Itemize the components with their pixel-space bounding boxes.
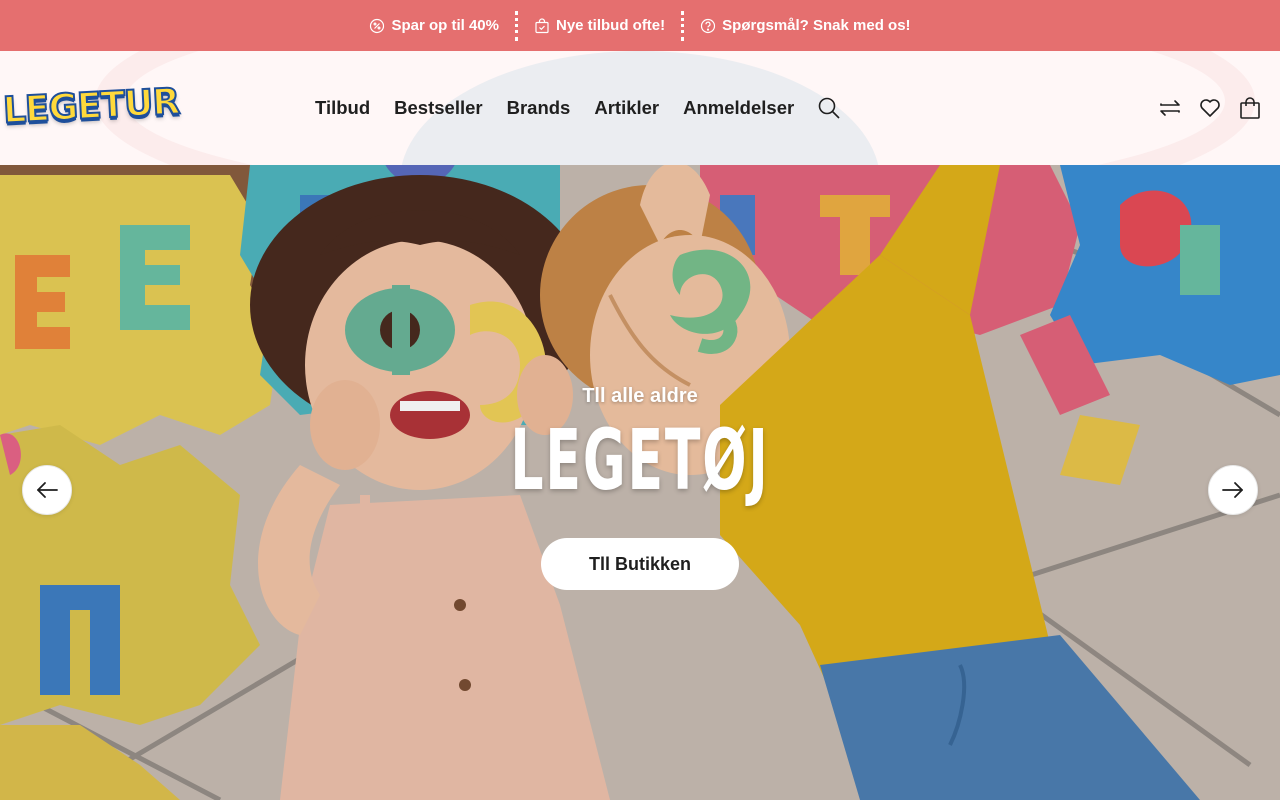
hero-title: LEGETØJ	[510, 411, 770, 509]
announcement-text: Nye tilbud ofte!	[555, 17, 666, 34]
announcement-item-discount: Spar op til 40%	[353, 17, 515, 34]
compare-icon[interactable]	[1158, 96, 1182, 120]
logo-text: LEGETUR	[1, 80, 181, 132]
nav-item-anmeldelser[interactable]: Anmeldelser	[683, 97, 794, 119]
hero-content: Tll alle aldre LEGETØJ	[0, 385, 1280, 508]
slider-prev-button[interactable]	[22, 465, 72, 515]
arrow-right-icon	[1222, 482, 1243, 498]
percent-badge-icon	[370, 18, 385, 33]
announcement-bar: Spar op til 40% Nye tilbud ofte! Spørgsm…	[0, 0, 1280, 51]
main-nav: Tilbud Bestseller Brands Artikler Anmeld…	[315, 51, 842, 165]
slider-next-button[interactable]	[1208, 465, 1258, 515]
hero-banner: Tll alle aldre LEGETØJ Tll Butikken	[0, 165, 1280, 800]
announcement-text: Spar op til 40%	[391, 17, 499, 34]
site-logo[interactable]: LEGETUR	[1, 79, 181, 133]
shopping-bag-icon[interactable]	[1238, 96, 1262, 120]
announcement-item-contact[interactable]: Spørgsmål? Snak med os!	[684, 17, 926, 34]
site-header: LEGETUR Tilbud Bestseller Brands Artikle…	[0, 51, 1280, 165]
nav-item-brands[interactable]: Brands	[507, 97, 571, 119]
nav-item-tilbud[interactable]: Tilbud	[315, 97, 370, 119]
shop-cta-button[interactable]: Tll Butikken	[541, 538, 739, 590]
nav-item-artikler[interactable]: Artikler	[594, 97, 659, 119]
question-circle-icon	[701, 18, 716, 33]
hero-subtitle: Tll alle aldre	[582, 385, 698, 407]
header-actions	[1158, 51, 1262, 165]
announcement-text: Spørgsmål? Snak med os!	[722, 17, 911, 34]
arrow-left-icon	[37, 482, 58, 498]
heart-icon[interactable]	[1198, 96, 1222, 120]
nav-item-bestseller[interactable]: Bestseller	[394, 97, 482, 119]
announcement-item-offers: Nye tilbud ofte!	[518, 17, 681, 34]
shopping-bag-check-icon	[535, 17, 549, 33]
search-icon[interactable]	[818, 96, 842, 120]
